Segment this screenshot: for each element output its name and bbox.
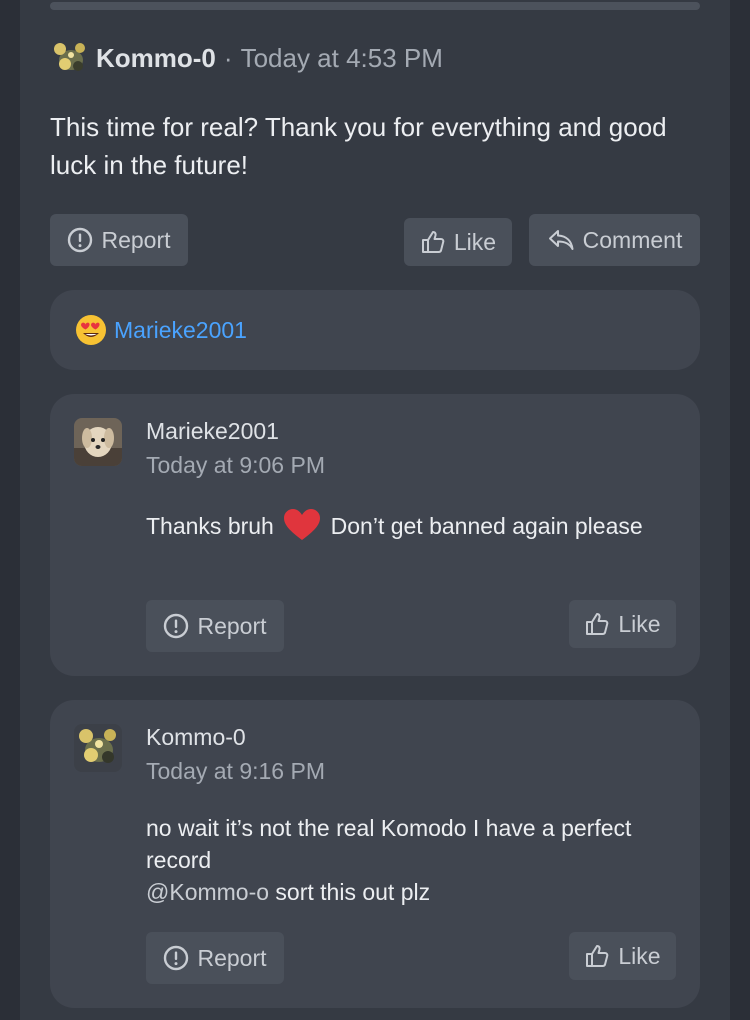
comment-timestamp[interactable]: Today at 9:06 PM [146,452,325,479]
thumbs-up-icon [586,613,609,635]
report-button[interactable]: Report [146,600,284,652]
comment-card: Marieke2001 Today at 9:06 PM Thanks bruh… [50,394,700,676]
comment-card: Kommo-0 Today at 9:16 PM no wait it’s no… [50,700,700,1008]
like-button[interactable]: Like [569,600,676,648]
mention-link[interactable]: @Kommo-o [146,879,269,905]
separator-dot: · [223,42,233,73]
comment-text-part: Thanks bruh [146,513,274,539]
reply-icon [548,230,574,250]
report-label: Report [197,612,267,639]
comment-line: @Kommo-o sort this out plz [146,876,666,908]
like-label: Like [453,228,497,255]
comment-text-part: Don’t get banned again please [330,513,643,539]
reactor-username[interactable]: Marieke2001 [114,317,247,344]
post-header: Kommo-0 · Today at 4:53 PM [50,38,443,78]
comment-label: Comment [582,226,683,253]
scroll-divider [50,2,700,10]
post-body: This time for real? Thank you for everyt… [50,112,667,180]
comment-author[interactable]: Marieke2001 [146,418,279,445]
comment-text: no wait it’s not the real Komodo I have … [146,812,666,908]
alert-circle-icon [164,613,189,639]
report-label: Report [197,944,267,971]
alert-circle-icon [164,945,189,971]
like-button[interactable]: Like [569,932,676,980]
dog-avatar[interactable] [74,418,122,466]
comment-text: Thanks bruh Don’t get banned again pleas… [146,508,666,542]
red-heart-emoji-icon [284,509,321,540]
thumbs-up-icon [421,231,445,253]
alert-circle-icon [68,227,93,253]
reaction-summary[interactable]: Marieke2001 [50,290,700,370]
like-button[interactable]: Like [404,218,512,266]
comment-author[interactable]: Kommo-0 [146,724,246,751]
author-avatar-icon[interactable] [50,38,90,78]
comment-button[interactable]: Comment [529,214,700,266]
author-avatar[interactable] [74,724,122,772]
report-label: Report [101,226,171,253]
heart-eyes-emoji-icon [76,315,106,345]
post-timestamp[interactable]: Today at 4:53 PM [241,43,443,74]
comment-line: no wait it’s not the real Komodo I have … [146,815,632,873]
report-button[interactable]: Report [146,932,284,984]
thumbs-up-icon [586,945,609,967]
report-button[interactable]: Report [50,214,188,266]
post-author[interactable]: Kommo-0 [96,43,216,74]
comment-text-part: sort this out plz [269,879,431,905]
comment-timestamp[interactable]: Today at 9:16 PM [146,758,325,785]
like-label: Like [618,942,661,969]
like-label: Like [618,610,661,637]
